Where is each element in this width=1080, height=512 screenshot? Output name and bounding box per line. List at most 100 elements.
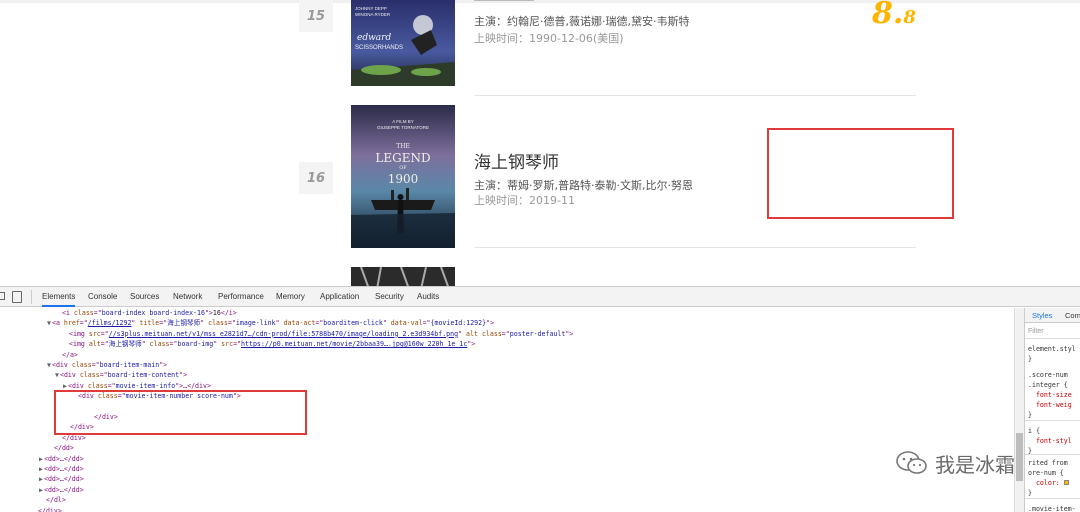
code-token: class <box>79 371 100 380</box>
poster-title-1900: 1900 <box>387 172 419 186</box>
code-token: src <box>221 340 234 349</box>
expand-triangle-icon[interactable]: ▼ <box>47 319 51 327</box>
code-token: =" <box>107 381 116 390</box>
movie-title-16[interactable]: 海上钢琴师 <box>474 148 559 173</box>
code-token: =" <box>79 319 88 328</box>
poster-next-movie[interactable] <box>351 266 455 288</box>
dom-node-line[interactable]: ▶<dd>…</dd> <box>39 474 84 484</box>
color-swatch[interactable] <box>1063 480 1069 485</box>
styles-divider <box>1025 498 1080 499</box>
code-token: <img <box>69 340 89 349</box>
code-token: " <box>275 319 284 328</box>
collapse-triangle-icon[interactable]: ▶ <box>39 486 43 494</box>
tab-computed[interactable]: Com <box>1065 311 1080 321</box>
tab-elements[interactable]: Elements <box>42 287 76 307</box>
tab-audits[interactable]: Audits <box>417 287 439 307</box>
code-token: =" <box>93 309 102 317</box>
expand-triangle-icon[interactable]: ▼ <box>47 361 51 369</box>
elements-scrollbar[interactable] <box>1014 308 1024 512</box>
code-token: href <box>63 319 80 328</box>
code-token: /films/1292 <box>87 319 132 328</box>
code-token: 海上钢琴师 <box>108 340 142 349</box>
code-token: =" <box>100 340 109 349</box>
code-token: =" <box>501 329 510 338</box>
code-token: class <box>73 309 94 317</box>
poster-title-the: THE <box>396 143 410 150</box>
score-fraction: 8 <box>903 7 916 28</box>
dom-node-line[interactable]: </dl> <box>46 495 66 505</box>
collapse-triangle-icon[interactable]: ▶ <box>39 475 43 483</box>
styles-divider <box>1025 420 1080 421</box>
dom-node-line[interactable]: <img src="//s3plus.meituan.net/v1/mss_e2… <box>69 329 573 339</box>
code-token: <dd>…</dd> <box>43 475 84 484</box>
dom-node-line[interactable]: ▶<dd>…</dd> <box>39 485 84 495</box>
poster-text: WINONA RYDER <box>355 12 391 17</box>
styles-filter-input[interactable]: Filter <box>1028 327 1044 337</box>
code-token: " <box>458 329 467 338</box>
tab-network[interactable]: Network <box>173 287 202 307</box>
code-token: boarditem-click <box>323 319 383 328</box>
wechat-icon <box>896 451 927 474</box>
code-token: 海上钢琴师 <box>167 319 201 328</box>
expand-triangle-icon[interactable]: ▼ <box>55 371 59 379</box>
code-token: board-index board-index-16 <box>101 309 205 317</box>
code-token: </dd> <box>54 444 74 453</box>
tab-console[interactable]: Console <box>88 287 117 307</box>
device-toggle-icon[interactable] <box>12 291 22 303</box>
dom-node-line[interactable]: ▼<div class="board-item-content"> <box>55 370 187 380</box>
code-token: " <box>200 319 209 328</box>
code-token: {movieId:1292} <box>430 319 487 328</box>
highlight-box-score-div <box>54 390 307 435</box>
code-token: class <box>71 361 92 369</box>
tab-memory[interactable]: Memory <box>276 287 305 307</box>
tab-sources[interactable]: Sources <box>130 287 159 307</box>
code-token: alt <box>88 340 101 349</box>
poster-edward-scissorhands[interactable]: JOHNNY DEPP WINONA RYDER edward SCISSORH… <box>351 0 455 86</box>
score-integer: 8. <box>872 0 904 31</box>
code-token: image-link <box>235 319 276 328</box>
dom-node-line[interactable]: <i class="board-index board-index-16">16… <box>62 308 237 318</box>
row-divider <box>474 247 916 248</box>
style-rule-line: ore-num { <box>1028 469 1064 477</box>
code-token: poster-default <box>509 329 566 338</box>
poster-title-scissorhands: SCISSORHANDS <box>355 45 404 51</box>
dom-node-line[interactable]: ▶<dd>…</dd> <box>39 454 84 464</box>
style-rule-line: .score-num <box>1028 371 1068 379</box>
devtools-panel: Elements Console Sources Network Perform… <box>0 286 1080 512</box>
movie-release-time-16: 上映时间：2019-11 <box>474 194 575 207</box>
movie-title-cropped[interactable] <box>474 0 594 2</box>
row-divider <box>474 95 916 96</box>
board-list: 15 JOHNNY DEPP WINONA RYDER edward SCISS… <box>0 0 1080 288</box>
style-rule-line: } <box>1028 489 1032 497</box>
code-token: "> <box>486 319 495 328</box>
inspect-icon[interactable] <box>0 292 5 300</box>
tab-styles[interactable]: Styles <box>1032 311 1052 321</box>
collapse-triangle-icon[interactable]: ▶ <box>39 465 43 473</box>
dom-node-line[interactable]: </a> <box>62 350 78 360</box>
dom-node-line[interactable]: <img alt="海上钢琴师" class="board-img" src="… <box>69 339 475 349</box>
movie-star-15: 主演：约翰尼·德普,薇诺娜·瑞德,黛安·韦斯特 <box>474 15 690 28</box>
collapse-triangle-icon[interactable]: ▶ <box>63 382 67 390</box>
code-token: " <box>141 340 150 349</box>
code-token: </i> <box>220 309 237 317</box>
movie-star-16: 主演：蒂姆·罗斯,普路特·泰勒·文斯,比尔·努恩 <box>474 179 693 192</box>
tab-security[interactable]: Security <box>375 287 404 307</box>
style-rule-line: font-size <box>1028 391 1072 399</box>
dom-node-line[interactable]: ▼<div class="board-item-main"> <box>47 360 167 370</box>
movie-score-15: 8.8 <box>872 0 916 31</box>
code-token: title <box>139 319 160 328</box>
dom-node-line[interactable]: ▶<dd>…</dd> <box>39 464 84 474</box>
dom-node-line[interactable]: </div> <box>38 506 62 512</box>
code-token: <dd>…</dd> <box>43 465 84 473</box>
scrollbar-thumb[interactable] <box>1016 433 1023 481</box>
tab-application[interactable]: Application <box>320 287 359 307</box>
dom-node-line[interactable]: </dd> <box>54 443 74 453</box>
code-token: https://p0.meituan.net/movie/2bbaa39….jp… <box>241 340 468 349</box>
dom-node-line[interactable]: ▼<a href="/films/1292" title="海上钢琴师" cla… <box>47 318 495 328</box>
collapse-triangle-icon[interactable]: ▶ <box>39 455 43 463</box>
code-token: <img <box>69 329 89 338</box>
poster-legend-of-1900[interactable]: A FILM BY GIUSEPPE TORNATORE THE LEGEND … <box>351 105 455 248</box>
tab-performance[interactable]: Performance <box>218 287 264 307</box>
code-token: "> <box>565 329 574 338</box>
code-token: class <box>481 329 502 338</box>
